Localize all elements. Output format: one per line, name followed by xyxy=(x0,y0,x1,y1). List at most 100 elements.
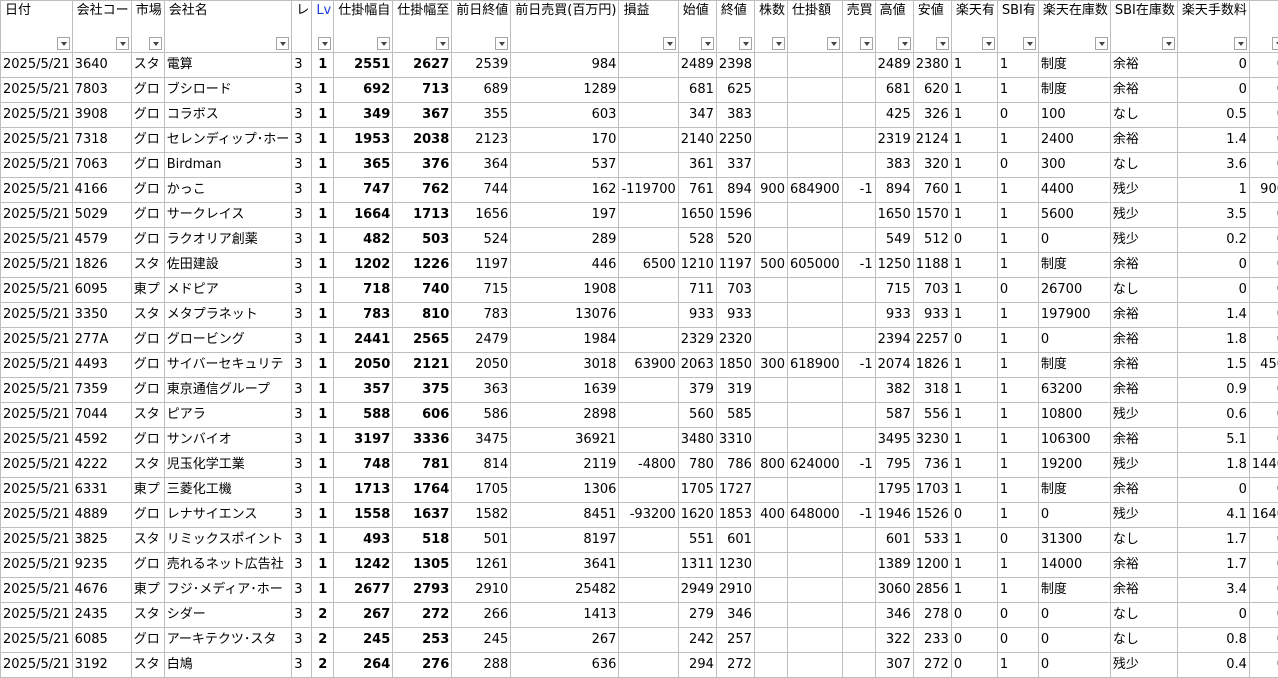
cell-open[interactable]: 3480 xyxy=(677,427,717,453)
cell-high[interactable]: 425 xyxy=(874,102,914,128)
cell-sbi-avail[interactable]: 1 xyxy=(996,552,1039,578)
cell-range-from[interactable]: 1242 xyxy=(333,552,394,578)
cell-le[interactable]: 3 xyxy=(291,577,313,603)
cell-code[interactable]: 6085 xyxy=(71,627,132,653)
cell-shares[interactable] xyxy=(753,327,788,353)
cell-prev-volume[interactable]: 267 xyxy=(510,627,620,653)
cell-amount[interactable] xyxy=(786,527,843,553)
cell-prev-close[interactable]: 1197 xyxy=(451,252,512,278)
cell-lv[interactable]: 1 xyxy=(311,552,335,578)
cell-le[interactable]: 3 xyxy=(291,552,313,578)
cell-market[interactable]: グロ xyxy=(130,377,165,403)
cell-le[interactable]: 3 xyxy=(291,602,313,628)
cell-low[interactable]: 1826 xyxy=(912,352,952,378)
cell-code[interactable]: 6095 xyxy=(71,277,132,303)
cell-pnl[interactable] xyxy=(618,277,679,303)
cell-rakuten-stock[interactable]: 制度 xyxy=(1037,352,1111,378)
cell-sbi-avail[interactable]: 0 xyxy=(996,527,1039,553)
cell-close[interactable]: 383 xyxy=(715,102,755,128)
cell-prev-close[interactable]: 689 xyxy=(451,77,512,103)
cell-range-from[interactable]: 267 xyxy=(333,602,394,628)
cell-high[interactable]: 601 xyxy=(874,527,914,553)
cell-le[interactable]: 3 xyxy=(291,402,313,428)
cell-lv[interactable]: 1 xyxy=(311,202,335,228)
cell-rakuten-avail[interactable]: 0 xyxy=(950,627,998,653)
cell-lv[interactable]: 2 xyxy=(311,627,335,653)
cell-pnl[interactable] xyxy=(618,627,679,653)
cell-date[interactable]: 2025/5/21 xyxy=(0,327,73,353)
cell-rakuten-stock[interactable]: 制度 xyxy=(1037,477,1111,503)
cell-sbi-stock[interactable]: 残少 xyxy=(1109,202,1178,228)
cell-amount[interactable] xyxy=(786,652,843,678)
cell-shares[interactable]: 300 xyxy=(753,352,788,378)
cell-rakuten-fee[interactable]: 0 xyxy=(1176,277,1250,303)
cell-high[interactable]: 322 xyxy=(874,627,914,653)
cell-sbi-stock[interactable]: 残少 xyxy=(1109,402,1178,428)
cell-trade[interactable]: -1 xyxy=(841,452,876,478)
cell-prev-volume[interactable]: 537 xyxy=(510,152,620,178)
cell-range-to[interactable]: 272 xyxy=(392,602,453,628)
cell-close[interactable]: 625 xyxy=(715,77,755,103)
cell-high[interactable]: 1650 xyxy=(874,202,914,228)
cell-company[interactable]: ブシロード xyxy=(163,77,293,103)
cell-code[interactable]: 3192 xyxy=(71,652,132,678)
cell-prev-volume[interactable]: 1908 xyxy=(510,277,620,303)
cell-prev-volume[interactable]: 25482 xyxy=(510,577,620,603)
cell-prev-volume[interactable]: 162 xyxy=(510,177,620,203)
cell-code[interactable]: 7318 xyxy=(71,127,132,153)
cell-rakuten-fee[interactable]: 0 xyxy=(1176,602,1250,628)
cell-range-from[interactable]: 1202 xyxy=(333,252,394,278)
filter-dropdown-icon[interactable] xyxy=(495,37,509,50)
cell-company[interactable]: コラボス xyxy=(163,102,293,128)
cell-rakuten-avail[interactable]: 0 xyxy=(950,502,998,528)
cell-high[interactable]: 549 xyxy=(874,227,914,253)
cell-high[interactable]: 795 xyxy=(874,452,914,478)
cell-rakuten-fee[interactable]: 1 xyxy=(1176,177,1250,203)
cell-shares[interactable] xyxy=(753,127,788,153)
cell-sbi-stock[interactable]: 余裕 xyxy=(1109,352,1178,378)
cell-prev-close[interactable]: 355 xyxy=(451,102,512,128)
cell-open[interactable]: 1705 xyxy=(677,477,717,503)
cell-rakuten-avail[interactable]: 1 xyxy=(950,402,998,428)
cell-amount[interactable] xyxy=(786,602,843,628)
cell-range-to[interactable]: 606 xyxy=(392,402,453,428)
cell-range-to[interactable]: 1637 xyxy=(392,502,453,528)
cell-range-from[interactable]: 1558 xyxy=(333,502,394,528)
cell-prev-volume[interactable]: 3018 xyxy=(510,352,620,378)
cell-close[interactable]: 2910 xyxy=(715,577,755,603)
cell-close[interactable]: 1727 xyxy=(715,477,755,503)
cell-rakuten-fee[interactable]: 0 xyxy=(1176,77,1250,103)
cell-date[interactable]: 2025/5/21 xyxy=(0,452,73,478)
cell-date[interactable]: 2025/5/21 xyxy=(0,127,73,153)
cell-extra[interactable]: 0 xyxy=(1248,152,1278,178)
cell-amount[interactable] xyxy=(786,377,843,403)
cell-company[interactable]: レナサイエンス xyxy=(163,502,293,528)
cell-range-to[interactable]: 762 xyxy=(392,177,453,203)
cell-pnl[interactable] xyxy=(618,127,679,153)
cell-low[interactable]: 233 xyxy=(912,627,952,653)
cell-prev-close[interactable]: 814 xyxy=(451,452,512,478)
cell-amount[interactable]: 624000 xyxy=(786,452,843,478)
cell-pnl[interactable] xyxy=(618,477,679,503)
cell-sbi-stock[interactable]: 余裕 xyxy=(1109,127,1178,153)
cell-company[interactable]: リミックスポイント xyxy=(163,527,293,553)
cell-rakuten-stock[interactable]: 4400 xyxy=(1037,177,1111,203)
filter-dropdown-icon[interactable] xyxy=(115,37,129,50)
cell-low[interactable]: 2856 xyxy=(912,577,952,603)
cell-extra[interactable]: 0 xyxy=(1248,77,1278,103)
cell-pnl[interactable] xyxy=(618,402,679,428)
cell-prev-close[interactable]: 1582 xyxy=(451,502,512,528)
cell-rakuten-avail[interactable]: 1 xyxy=(950,577,998,603)
cell-trade[interactable] xyxy=(841,102,876,128)
cell-high[interactable]: 2489 xyxy=(874,52,914,78)
cell-trade[interactable] xyxy=(841,552,876,578)
cell-sbi-avail[interactable]: 1 xyxy=(996,577,1039,603)
cell-extra[interactable]: 1440 xyxy=(1248,452,1278,478)
cell-extra[interactable]: 0 xyxy=(1248,627,1278,653)
cell-extra[interactable]: 0 xyxy=(1248,527,1278,553)
cell-company[interactable]: 白鳩 xyxy=(163,652,293,678)
cell-rakuten-stock[interactable]: 5600 xyxy=(1037,202,1111,228)
cell-rakuten-stock[interactable]: 0 xyxy=(1037,502,1111,528)
cell-open[interactable]: 2140 xyxy=(677,127,717,153)
cell-pnl[interactable]: 6500 xyxy=(618,252,679,278)
